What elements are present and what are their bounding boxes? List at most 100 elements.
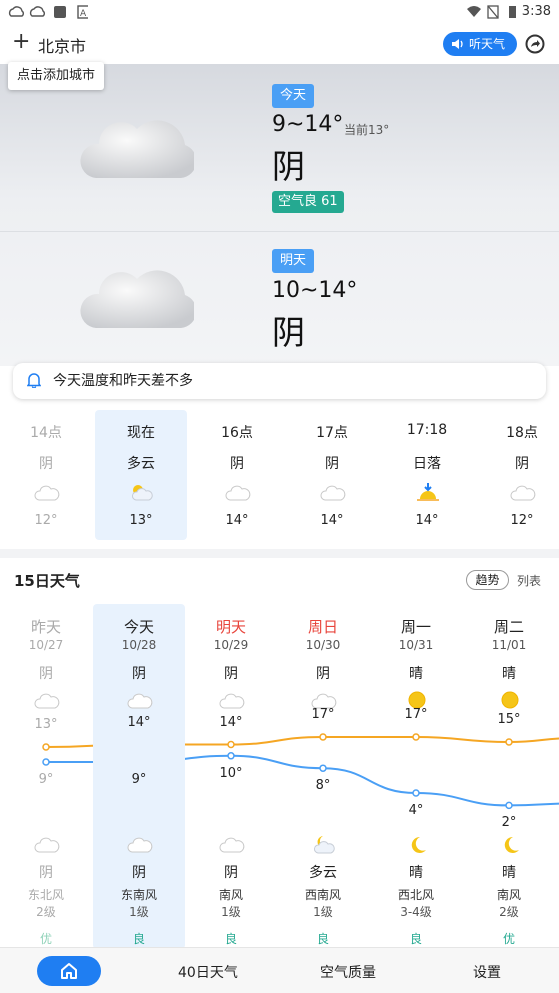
- night-condition: 多云: [309, 865, 337, 881]
- cloud-icon: [225, 485, 251, 501]
- day-column[interactable]: 昨天 10/27 阴 13° 9° 阴东北风 2级优: [0, 604, 92, 949]
- hourly-item[interactable]: 17:18 日落 14°: [381, 410, 473, 540]
- moon-icon: [411, 836, 426, 853]
- hourly-temp: 12°: [34, 513, 58, 528]
- notification-icons: A: [8, 5, 88, 19]
- forecast-15-days[interactable]: 昨天 10/27 阴 13° 9° 阴东北风 2级优 今天 10/28 阴 14° 9° 阴东南风 1级良…: [0, 604, 559, 949]
- top-bar: + 北京市 听天气: [0, 24, 559, 64]
- day-date: 10/27: [28, 638, 64, 652]
- wind-direction: 南风: [496, 888, 521, 902]
- listen-label: 听天气: [469, 37, 506, 51]
- day-high-temp: 13°: [34, 717, 58, 732]
- trend-tab[interactable]: 趋势: [466, 570, 509, 590]
- day-column[interactable]: 周日 10/30 阴 17° 8° 多云 西南风 1级良: [277, 604, 369, 949]
- day-low-temp: 9°: [38, 772, 54, 787]
- weather-hero: 今天 9~14° 当前13° 阴 空气良 61 明天 10~14° 阴: [0, 64, 559, 366]
- hourly-condition: 日落: [413, 456, 441, 472]
- today-condition: 阴: [272, 147, 305, 186]
- hourly-temp: 14°: [415, 513, 439, 528]
- hourly-condition: 多云: [127, 456, 155, 472]
- svg-text:A: A: [80, 9, 87, 19]
- wind-level: 3-4级: [400, 905, 432, 919]
- hourly-time: 17点: [316, 425, 348, 441]
- day-aqi: 优: [39, 932, 52, 946]
- hourly-forecast[interactable]: 14点阴 12° 现在 多云 13° 16点阴 14° 17点阴 14° 17:18 日落 14° 18…: [0, 410, 559, 542]
- day-date: 10/28: [121, 638, 157, 652]
- hourly-temp: 14°: [320, 513, 344, 528]
- day-low-temp: 4°: [408, 803, 424, 818]
- night-condition: 晴: [409, 865, 423, 881]
- home-tab[interactable]: [37, 956, 101, 986]
- day-high-temp: 17°: [404, 707, 428, 722]
- wind-direction: 东北风: [27, 888, 64, 902]
- wind-level: 2级: [499, 905, 519, 919]
- day-column[interactable]: 周二 11/01 晴 15° 2° 晴南风 2级优: [463, 604, 555, 949]
- speaker-icon: [452, 39, 463, 49]
- list-tab[interactable]: 列表: [517, 572, 541, 589]
- day-high-temp: 15°: [497, 712, 521, 727]
- hourly-item[interactable]: 17点阴 14°: [286, 410, 378, 540]
- section-gap: [0, 549, 559, 558]
- day-aqi: 良: [224, 932, 237, 946]
- add-city-icon[interactable]: +: [12, 30, 30, 54]
- forecast-15-title: 15日天气: [14, 572, 80, 590]
- tomorrow-tag: 明天: [272, 249, 315, 273]
- sunset-icon: [417, 483, 439, 501]
- wind-direction: 西北风: [397, 888, 434, 902]
- hourly-time: 17:18: [406, 422, 448, 438]
- day-condition: 阴: [132, 666, 146, 682]
- wind-level: 2级: [36, 905, 56, 919]
- wind-direction: 西南风: [304, 888, 341, 902]
- share-icon[interactable]: [525, 34, 545, 54]
- day-condition: 阴: [39, 666, 53, 682]
- cloud-icon: [219, 693, 245, 709]
- tomorrow-condition: 阴: [272, 313, 305, 352]
- partly-cloudy-icon: [132, 485, 153, 501]
- day-name: 昨天: [30, 618, 61, 636]
- hourly-condition: 阴: [515, 456, 529, 472]
- wind-level: 1级: [313, 905, 333, 919]
- hourly-temp: 14°: [225, 513, 249, 528]
- night-condition: 阴: [39, 865, 53, 881]
- listen-weather-button[interactable]: 听天气: [443, 32, 517, 56]
- today-aqi-badge[interactable]: 空气良 61: [272, 191, 344, 213]
- hourly-item[interactable]: 16点阴 14°: [191, 410, 283, 540]
- tomorrow-range: 10~14°: [272, 278, 358, 303]
- day-column[interactable]: 今天 10/28 阴 14° 9° 阴东南风 1级良: [93, 604, 185, 949]
- hourly-time: 现在: [127, 425, 155, 441]
- today-range: 9~14°: [272, 112, 344, 137]
- cloud-icon: [320, 485, 346, 501]
- tab-settings[interactable]: 设置: [473, 962, 501, 982]
- hourly-item[interactable]: 18点阴 12°: [476, 410, 559, 540]
- current-temp: 当前13°: [344, 123, 390, 137]
- day-name: 明天: [215, 618, 246, 636]
- moon-icon: [504, 836, 519, 853]
- city-name[interactable]: 北京市: [38, 33, 86, 57]
- day-column[interactable]: 周一 10/31 晴 17° 4° 晴西北风 3-4级良: [370, 604, 462, 949]
- day-low-temp: 9°: [131, 772, 147, 787]
- bell-icon: [27, 373, 41, 388]
- day-column[interactable]: 明天 10/29 阴 14° 10° 阴南风 1级良: [185, 604, 277, 949]
- hourly-time: 18点: [506, 425, 538, 441]
- day-date: 11/01: [491, 638, 527, 652]
- day-aqi: 良: [132, 932, 145, 946]
- clock: 3:38: [521, 4, 551, 19]
- wind-level: 1级: [129, 905, 149, 919]
- tab-40-day[interactable]: 40日天气: [178, 962, 238, 982]
- day-low-temp: 2°: [501, 815, 517, 831]
- day-low-temp: 10°: [219, 765, 243, 781]
- hourly-item[interactable]: 14点阴 12°: [0, 410, 92, 540]
- cloud-icon: [219, 837, 245, 853]
- cloud-icon: [34, 693, 60, 709]
- hourly-item[interactable]: 现在 多云 13°: [95, 410, 187, 540]
- hourly-time: 14点: [30, 425, 62, 441]
- day-condition: 阴: [224, 666, 238, 682]
- cloud-icon: [80, 270, 194, 328]
- tab-air-quality[interactable]: 空气质量: [320, 962, 376, 982]
- wind-level: 1级: [221, 905, 241, 919]
- notice-text: 今天温度和昨天差不多: [53, 373, 193, 389]
- day-aqi: 良: [409, 932, 422, 946]
- add-city-tooltip[interactable]: 点击添加城市: [8, 62, 105, 90]
- temperature-notice[interactable]: 今天温度和昨天差不多: [13, 363, 546, 399]
- day-name: 周日: [307, 618, 338, 636]
